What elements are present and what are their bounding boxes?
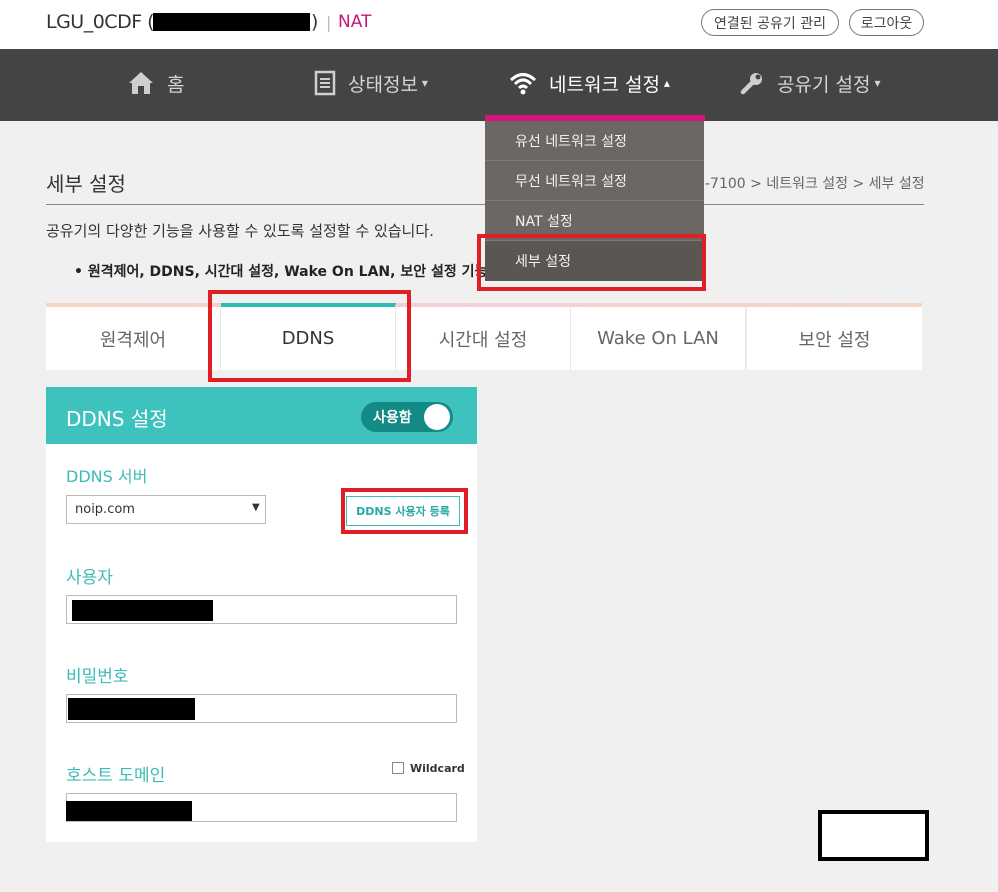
wrench-icon bbox=[740, 73, 762, 95]
highlight-box bbox=[208, 290, 411, 382]
nav-label: 네트워크 설정 bbox=[549, 73, 660, 96]
toggle-knob[interactable] bbox=[424, 404, 450, 430]
page-description: 공유기의 다양한 기능을 사용할 수 있도록 설정할 수 있습니다. bbox=[46, 222, 434, 240]
host-domain-label: 호스트 도메인 bbox=[66, 766, 166, 786]
wildcard-checkbox[interactable] bbox=[392, 762, 404, 774]
device-name-close: ) bbox=[311, 11, 319, 33]
device-name: LGU_0CDF ( bbox=[46, 11, 155, 33]
home-icon bbox=[129, 72, 153, 94]
redacted-block bbox=[153, 13, 310, 31]
ddns-panel-title: DDNS 설정 bbox=[66, 407, 168, 431]
wifi-icon bbox=[509, 73, 537, 95]
ddns-server-select[interactable]: noip.com bbox=[66, 495, 266, 524]
tab-security[interactable]: 보안 설정 bbox=[747, 307, 922, 370]
breadcrumb: -7100 > 네트워크 설정 > 세부 설정 bbox=[705, 176, 925, 192]
logout-button[interactable]: 로그아웃 bbox=[849, 9, 924, 36]
caret-up-icon: ▴ bbox=[663, 76, 670, 90]
manage-routers-button[interactable]: 연결된 공유기 관리 bbox=[701, 9, 839, 36]
page-title: 세부 설정 bbox=[46, 172, 126, 196]
document-icon bbox=[314, 70, 336, 96]
feature-list: • 원격제어, DDNS, 시간대 설정, Wake On LAN, 보안 설정… bbox=[74, 264, 501, 280]
nav-label: 홈 bbox=[167, 73, 185, 96]
redacted-block bbox=[818, 810, 929, 861]
user-label: 사용자 bbox=[66, 568, 113, 588]
caret-down-icon: ▾ bbox=[421, 76, 428, 90]
ddns-server-label: DDNS 서버 bbox=[66, 467, 148, 486]
mode-label: NAT bbox=[338, 12, 372, 32]
password-label: 비밀번호 bbox=[66, 667, 129, 687]
toggle-label: 사용함 bbox=[373, 410, 412, 426]
wildcard-label: Wildcard bbox=[410, 762, 465, 775]
highlight-box bbox=[477, 234, 706, 291]
tab-timezone[interactable]: 시간대 설정 bbox=[396, 307, 571, 370]
tab-wake-on-lan[interactable]: Wake On LAN bbox=[571, 307, 746, 370]
redacted-block bbox=[68, 698, 195, 720]
menu-item-wired[interactable]: 유선 네트워크 설정 bbox=[485, 121, 704, 161]
nav-item-status[interactable]: 상태정보 ▾ bbox=[314, 49, 428, 117]
nav-label: 공유기 설정 bbox=[777, 73, 871, 96]
caret-down-icon: ▾ bbox=[874, 76, 881, 90]
menu-item-wireless[interactable]: 무선 네트워크 설정 bbox=[485, 161, 704, 201]
nav-item-home[interactable]: 홈 bbox=[127, 49, 184, 117]
nav-item-network[interactable]: 네트워크 설정 ▴ bbox=[509, 49, 670, 117]
redacted-block bbox=[72, 600, 213, 621]
divider: | bbox=[326, 13, 332, 32]
tab-remote-control[interactable]: 원격제어 bbox=[46, 307, 221, 370]
highlight-box bbox=[341, 488, 468, 534]
nav-label: 상태정보 bbox=[348, 73, 418, 96]
redacted-block bbox=[66, 801, 192, 821]
select-arrow-icon[interactable]: ▼ bbox=[252, 502, 260, 513]
nav-item-router[interactable]: 공유기 설정 ▾ bbox=[739, 49, 880, 117]
